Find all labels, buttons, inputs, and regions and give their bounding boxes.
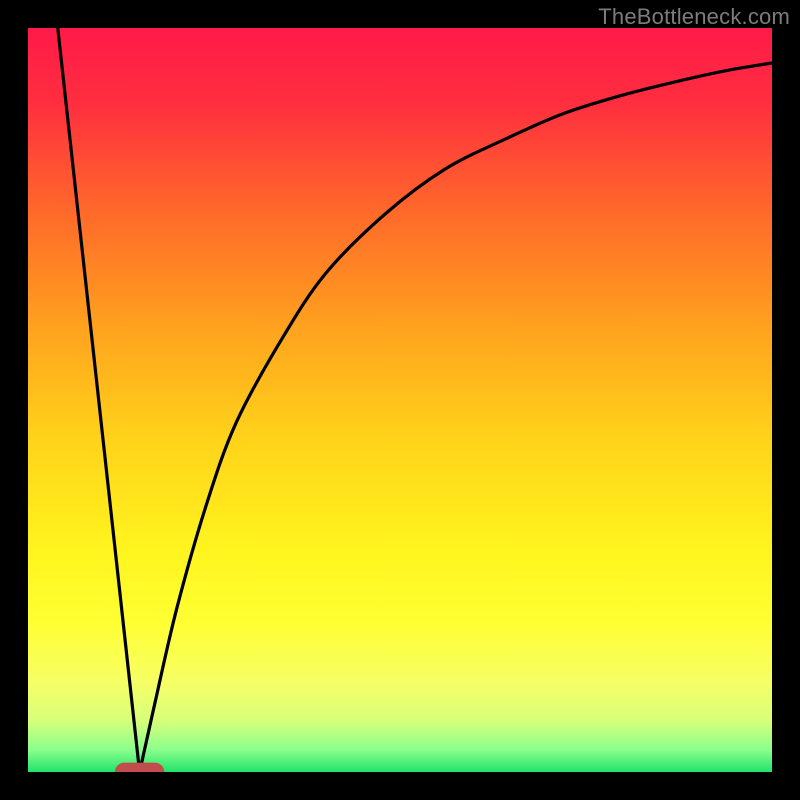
- optimal-marker: [115, 763, 163, 772]
- chart-frame: TheBottleneck.com: [0, 0, 800, 800]
- watermark-text: TheBottleneck.com: [598, 4, 790, 30]
- plot-area: [28, 28, 772, 772]
- gradient-background: [28, 28, 772, 772]
